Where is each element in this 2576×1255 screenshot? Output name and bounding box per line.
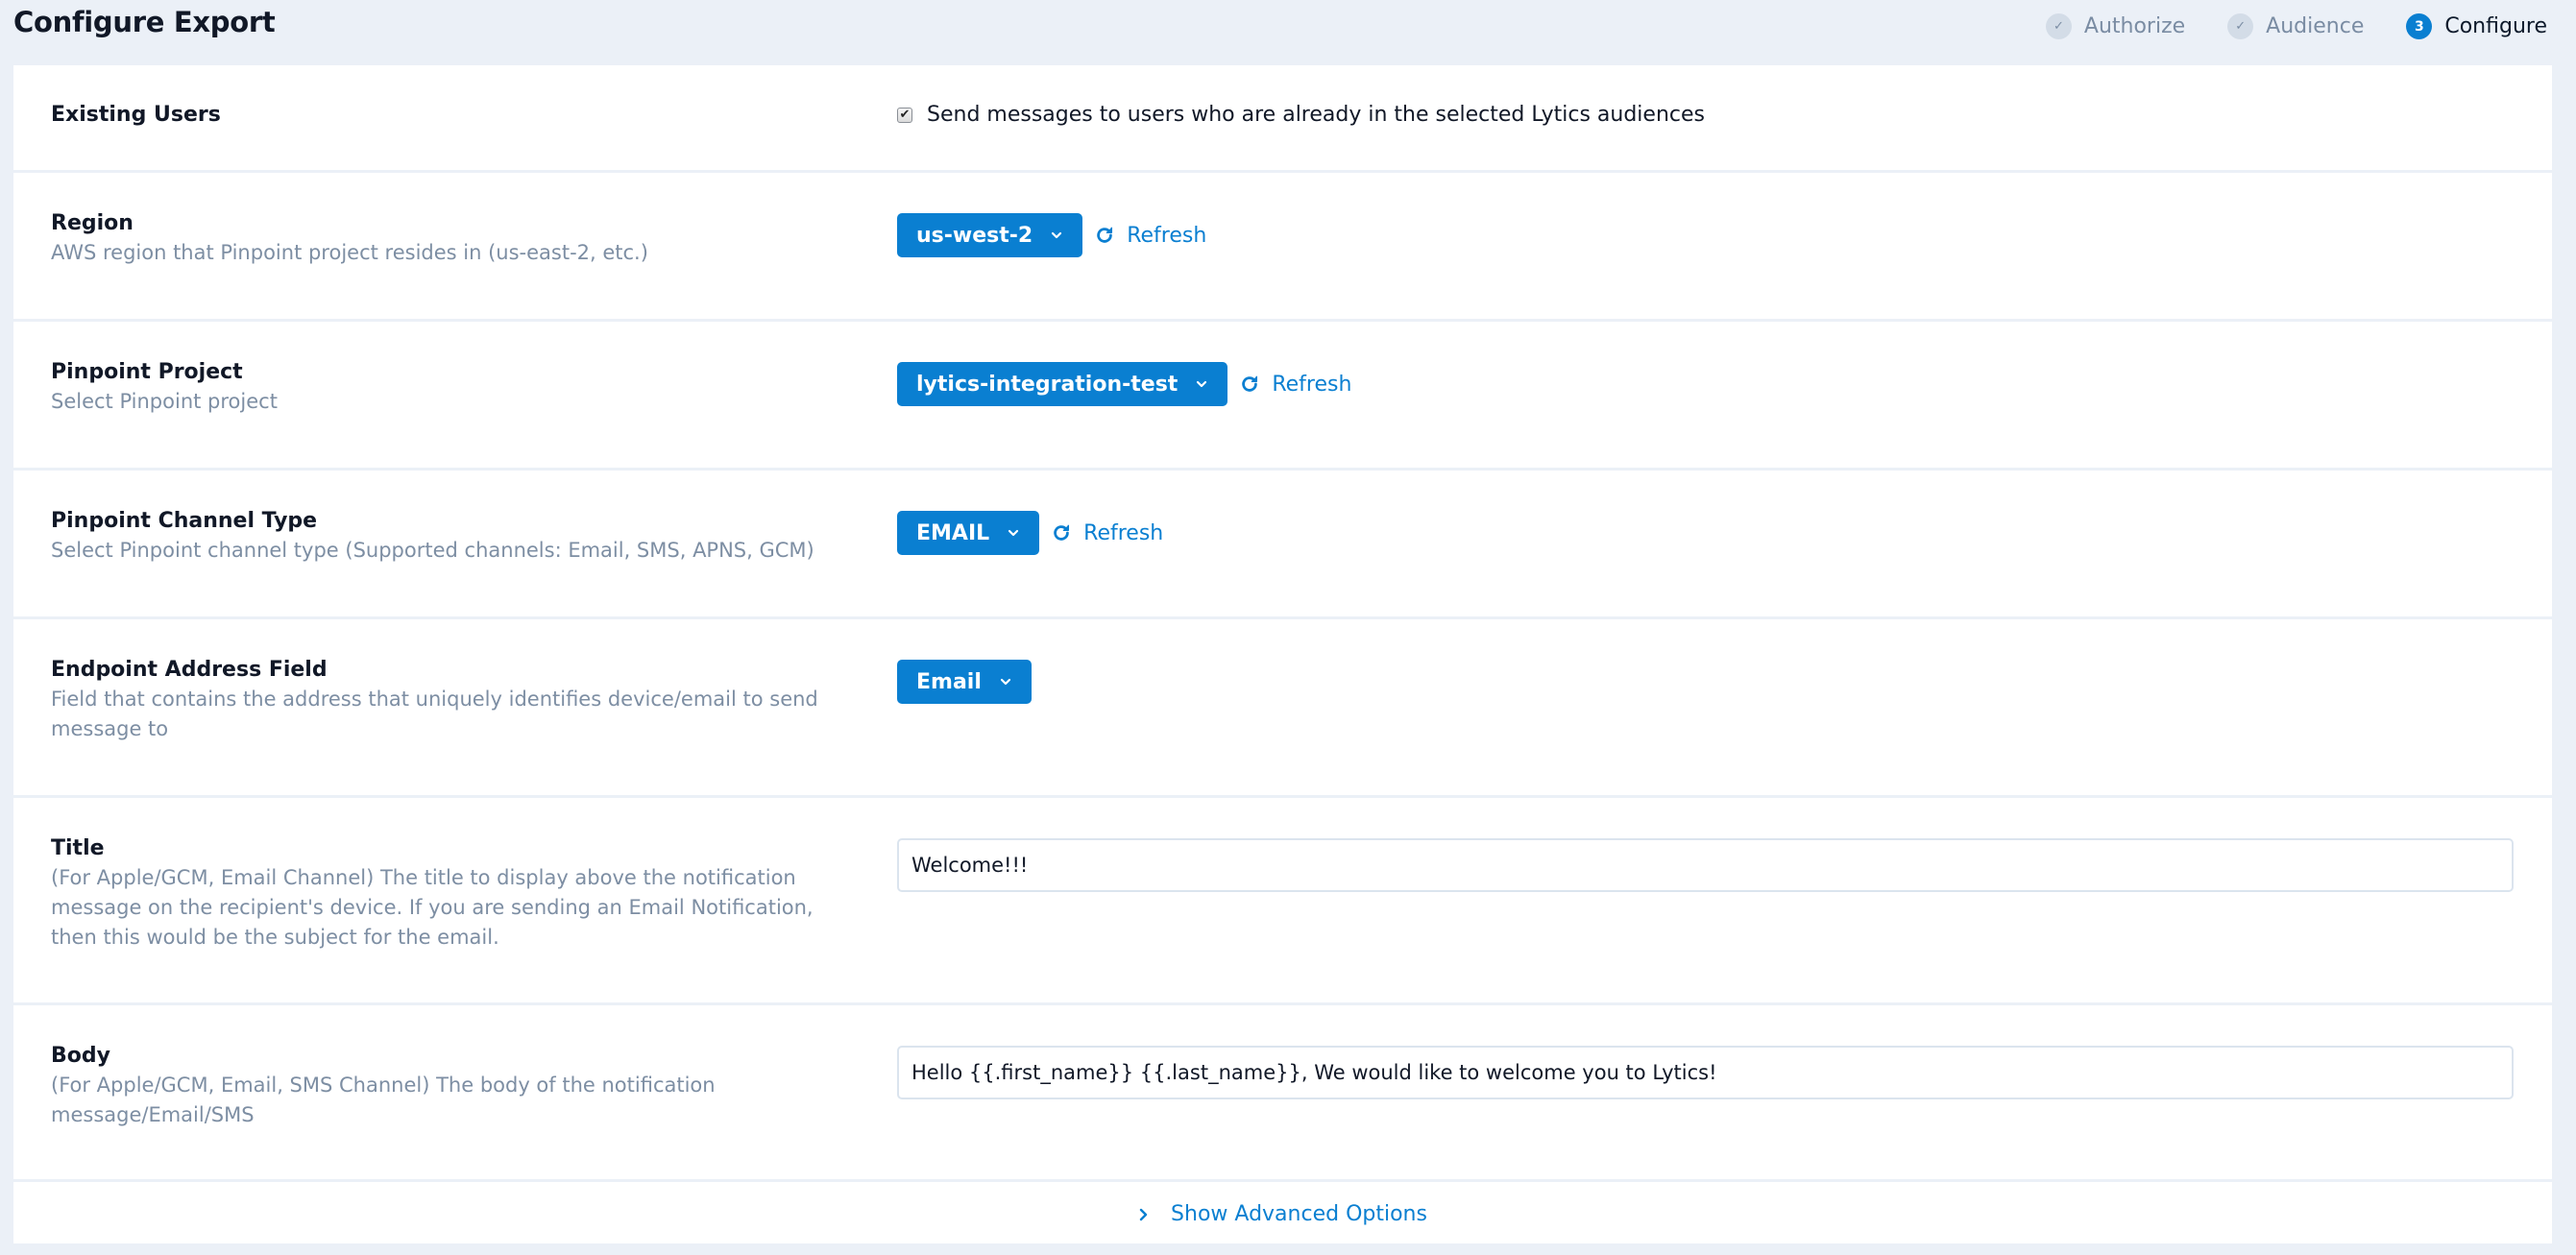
channel-type-dropdown[interactable]: EMAIL — [897, 511, 1040, 555]
field-description: (For Apple/GCM, Email Channel) The title… — [51, 866, 814, 949]
step-number-badge: 3 — [2406, 13, 2433, 39]
dropdown-value: Email — [916, 669, 982, 694]
refresh-label: Refresh — [1272, 372, 1352, 397]
config-panel: Existing Users ✔ Send messages to users … — [13, 65, 2552, 1243]
field-label: Endpoint Address Field — [51, 658, 328, 682]
row-body: Body (For Apple/GCM, Email, SMS Channel)… — [13, 1005, 2552, 1182]
chevron-down-icon — [1009, 529, 1019, 537]
row-existing-users: Existing Users ✔ Send messages to users … — [13, 65, 2552, 173]
refresh-icon — [1097, 227, 1113, 243]
step-label: Audience — [2266, 14, 2365, 38]
field-label: Pinpoint Project — [51, 360, 243, 384]
channel-refresh-button[interactable]: Refresh — [1051, 521, 1163, 545]
row-endpoint-address: Endpoint Address Field Field that contai… — [13, 619, 2552, 798]
chevron-right-icon — [1139, 1208, 1148, 1220]
field-description: Select Pinpoint project — [51, 390, 278, 413]
field-label: Title — [51, 836, 105, 860]
row-channel-type: Pinpoint Channel Type Select Pinpoint ch… — [13, 471, 2552, 619]
row-title: Title (For Apple/GCM, Email Channel) The… — [13, 798, 2552, 1005]
wizard-steps: ✓ Authorize ✓ Audience 3 Configure — [2004, 13, 2547, 39]
field-label: Body — [51, 1044, 110, 1068]
advanced-label: Show Advanced Options — [1171, 1202, 1427, 1226]
check-icon: ✓ — [2227, 13, 2254, 39]
show-advanced-options-link[interactable]: Show Advanced Options — [13, 1185, 2552, 1243]
dropdown-value: EMAIL — [916, 520, 990, 545]
row-pinpoint-project: Pinpoint Project Select Pinpoint project… — [13, 322, 2552, 471]
field-description: Field that contains the address that uni… — [51, 688, 818, 740]
dropdown-value: us-west-2 — [916, 223, 1033, 248]
region-dropdown[interactable]: us-west-2 — [897, 213, 1083, 257]
field-label: Existing Users — [51, 103, 221, 127]
field-description: Select Pinpoint channel type (Supported … — [51, 539, 814, 562]
refresh-icon — [1242, 375, 1258, 392]
field-description: AWS region that Pinpoint project resides… — [51, 241, 648, 264]
step-authorize[interactable]: ✓ Authorize — [2045, 13, 2186, 39]
step-label: Authorize — [2083, 14, 2186, 38]
field-label: Region — [51, 211, 134, 235]
refresh-label: Refresh — [1127, 223, 1207, 248]
field-label: Pinpoint Channel Type — [51, 509, 318, 533]
step-configure[interactable]: 3 Configure — [2406, 13, 2547, 39]
chevron-down-icon — [1197, 380, 1207, 388]
title-input[interactable] — [897, 838, 2514, 892]
refresh-label: Refresh — [1083, 520, 1164, 545]
field-description: (For Apple/GCM, Email, SMS Channel) The … — [51, 1074, 716, 1126]
pinpoint-project-dropdown[interactable]: lytics-integration-test — [897, 362, 1228, 406]
existing-users-checkbox[interactable]: ✔ — [897, 107, 912, 123]
region-refresh-button[interactable]: Refresh — [1094, 224, 1206, 248]
step-audience[interactable]: ✓ Audience — [2227, 13, 2364, 39]
step-label: Configure — [2444, 14, 2547, 38]
refresh-icon — [1054, 524, 1070, 541]
page-title: Configure Export — [13, 6, 276, 38]
checkbox-label[interactable]: Send messages to users who are already i… — [927, 103, 1705, 127]
dropdown-value: lytics-integration-test — [916, 372, 1179, 397]
body-input[interactable] — [897, 1046, 2514, 1099]
chevron-down-icon — [1000, 678, 1010, 686]
row-region: Region AWS region that Pinpoint project … — [13, 173, 2552, 322]
chevron-down-icon — [1052, 231, 1062, 239]
endpoint-address-dropdown[interactable]: Email — [897, 660, 1032, 704]
project-refresh-button[interactable]: Refresh — [1239, 373, 1351, 397]
check-icon: ✓ — [2045, 13, 2072, 39]
